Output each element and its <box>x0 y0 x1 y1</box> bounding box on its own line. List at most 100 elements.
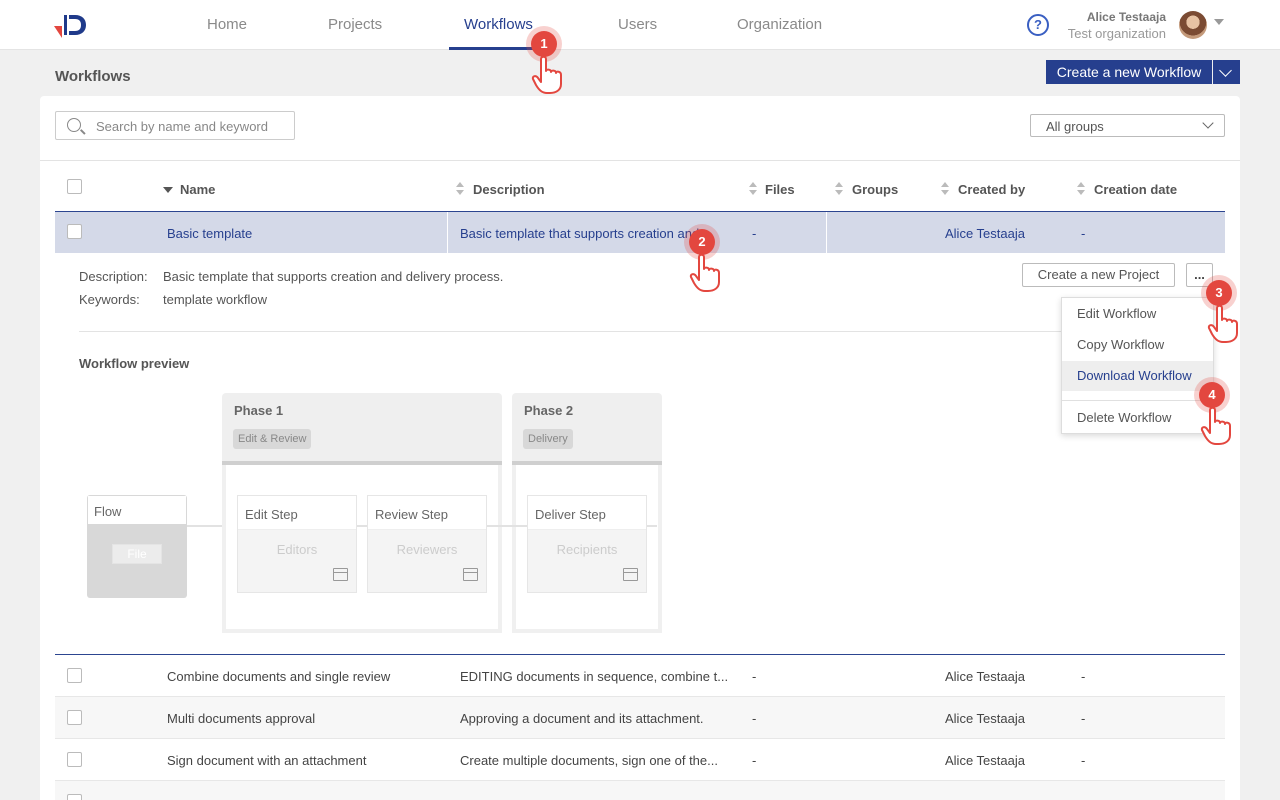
select-all-checkbox[interactable] <box>67 179 82 194</box>
nav-projects[interactable]: Projects <box>328 16 382 33</box>
review-step-box: Review Step Reviewers <box>367 495 487 593</box>
step-name: Review Step <box>368 496 486 530</box>
phase-2-tag: Delivery <box>523 429 573 449</box>
row-creation-date: - <box>1081 226 1086 241</box>
row-creation-date: - <box>1081 669 1086 684</box>
search-placeholder: Search by name and keyword <box>96 119 268 134</box>
workflow-preview-heading: Workflow preview <box>79 356 190 371</box>
create-workflow-button[interactable]: Create a new Workflow <box>1046 60 1212 84</box>
column-header-name[interactable]: Name <box>180 182 215 197</box>
search-icon <box>67 118 81 132</box>
step-role: Reviewers <box>396 542 458 557</box>
divider <box>79 331 1225 332</box>
nav-home[interactable]: Home <box>207 16 247 33</box>
sort-icon[interactable] <box>456 182 465 196</box>
deliver-step-box: Deliver Step Recipients <box>527 495 647 593</box>
row-files: - <box>752 711 757 726</box>
row-description: Basic template that supports creation an… <box>460 226 711 241</box>
column-separator <box>447 212 448 253</box>
step-connector <box>487 525 527 527</box>
page-title: Workflows <box>55 68 131 85</box>
workflow-actions-menu: Edit Workflow Copy Workflow Download Wor… <box>1061 297 1214 434</box>
row-created-by: Alice Testaaja <box>945 711 1025 726</box>
row-description: Create multiple documents, sign one of t… <box>460 753 718 768</box>
column-separator <box>826 212 827 253</box>
phase-1-title: Phase 1 <box>234 403 284 418</box>
user-organization: Test organization <box>1067 26 1166 41</box>
create-workflow-dropdown-button[interactable] <box>1213 60 1240 84</box>
chevron-down-icon <box>1202 117 1214 129</box>
row-files: - <box>752 753 757 768</box>
column-header-description[interactable]: Description <box>473 182 545 197</box>
step-callout-badge: 3 <box>1206 280 1232 306</box>
sort-desc-icon[interactable] <box>163 187 173 193</box>
row-creation-date: - <box>1081 711 1086 726</box>
row-created-by: Alice Testaaja <box>945 753 1025 768</box>
edit-step-box: Edit Step Editors <box>237 495 357 593</box>
step-role: Recipients <box>556 542 618 557</box>
create-project-button[interactable]: Create a new Project <box>1022 263 1175 287</box>
row-name[interactable]: Combine documents and single review <box>167 669 390 684</box>
row-created-by: Alice Testaaja <box>945 226 1025 241</box>
table-row[interactable] <box>55 781 1225 800</box>
flow-label: Flow <box>88 496 186 524</box>
search-input[interactable]: Search by name and keyword <box>55 111 295 140</box>
row-description: EDITING documents in sequence, combine t… <box>460 669 729 684</box>
pointer-hand-icon <box>531 55 562 94</box>
calendar-icon <box>333 568 348 581</box>
keywords-value: template workflow <box>163 292 268 307</box>
avatar[interactable] <box>1179 11 1207 39</box>
chevron-down-icon[interactable] <box>1214 19 1224 25</box>
row-checkbox[interactable] <box>67 752 82 767</box>
nav-users[interactable]: Users <box>618 16 657 33</box>
row-name[interactable]: Sign document with an attachment <box>167 753 366 768</box>
nav-workflows[interactable]: Workflows <box>464 16 533 33</box>
row-name[interactable]: Multi documents approval <box>167 711 315 726</box>
top-navigation-bar: Home Projects Workflows Users Organizati… <box>0 0 1280 50</box>
step-callout-badge: 2 <box>689 229 715 255</box>
step-role: Editors <box>276 542 318 557</box>
divider <box>40 160 1240 161</box>
description-label: Description: <box>79 269 148 284</box>
row-files: - <box>752 669 757 684</box>
sort-icon[interactable] <box>749 182 758 196</box>
description-value: Basic template that supports creation an… <box>163 269 504 284</box>
menu-item-download-workflow[interactable]: Download Workflow <box>1062 361 1213 391</box>
row-checkbox[interactable] <box>67 710 82 725</box>
step-connector <box>647 525 657 527</box>
file-tag: File <box>112 544 162 564</box>
step-callout-badge: 4 <box>1199 382 1225 408</box>
menu-item-copy-workflow[interactable]: Copy Workflow <box>1062 330 1213 360</box>
column-header-created-by[interactable]: Created by <box>958 182 1025 197</box>
step-callout-badge: 1 <box>531 31 557 57</box>
user-name[interactable]: Alice Testaaja <box>1087 10 1166 24</box>
menu-item-edit-workflow[interactable]: Edit Workflow <box>1062 299 1213 329</box>
row-creation-date: - <box>1081 753 1086 768</box>
column-header-groups[interactable]: Groups <box>852 182 898 197</box>
pointer-hand-icon <box>1207 304 1238 343</box>
sort-icon[interactable] <box>1077 182 1086 196</box>
row-name[interactable]: Basic template <box>167 226 252 241</box>
pointer-hand-icon <box>1200 406 1231 445</box>
sort-icon[interactable] <box>835 182 844 196</box>
nav-organization[interactable]: Organization <box>737 16 822 33</box>
app-logo-icon[interactable] <box>54 12 88 38</box>
calendar-icon <box>463 568 478 581</box>
row-checkbox[interactable] <box>67 794 82 800</box>
groups-select-value: All groups <box>1046 119 1104 134</box>
groups-select[interactable]: All groups <box>1030 114 1225 137</box>
column-header-files[interactable]: Files <box>765 182 795 197</box>
row-checkbox[interactable] <box>67 224 82 239</box>
flow-box: Flow File <box>87 495 187 598</box>
sort-icon[interactable] <box>941 182 950 196</box>
phase-1-tag: Edit & Review <box>233 429 312 449</box>
pointer-hand-icon <box>689 253 720 292</box>
row-files: - <box>752 226 757 241</box>
row-description: Approving a document and its attachment. <box>460 711 704 726</box>
menu-item-delete-workflow[interactable]: Delete Workflow <box>1062 403 1213 433</box>
row-created-by: Alice Testaaja <box>945 669 1025 684</box>
column-header-creation-date[interactable]: Creation date <box>1094 182 1177 197</box>
help-icon[interactable]: ? <box>1027 14 1049 36</box>
row-checkbox[interactable] <box>67 668 82 683</box>
calendar-icon <box>623 568 638 581</box>
